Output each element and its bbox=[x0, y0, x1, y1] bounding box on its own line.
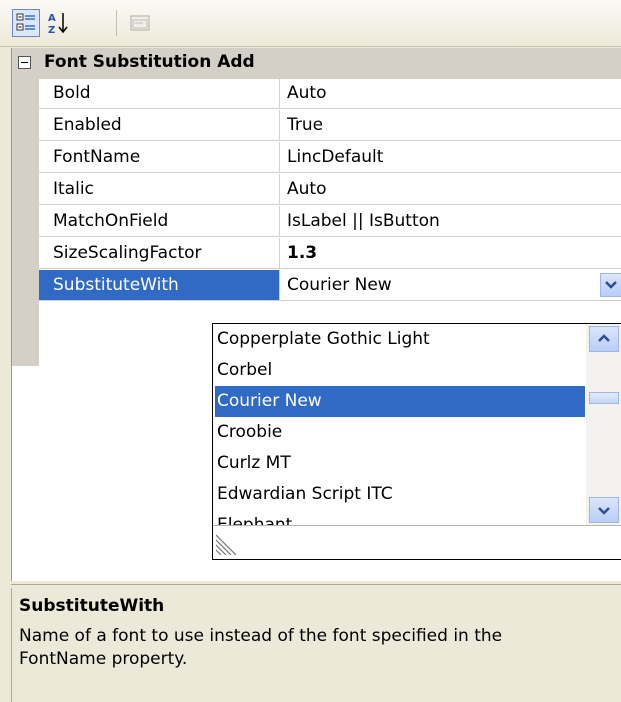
list-item[interactable]: Edwardian Script ITC bbox=[215, 479, 585, 510]
categorized-button[interactable] bbox=[12, 9, 40, 37]
property-value[interactable]: 1.3 bbox=[280, 238, 621, 269]
resize-grip-icon[interactable] bbox=[216, 533, 240, 555]
chevron-down-icon bbox=[605, 281, 617, 289]
description-splitter[interactable] bbox=[11, 584, 621, 585]
category-title: Font Substitution Add bbox=[44, 52, 255, 72]
scroll-thumb[interactable] bbox=[589, 392, 619, 404]
description-text: Name of a font to use instead of the fon… bbox=[19, 626, 503, 669]
property-name: SizeScalingFactor bbox=[39, 238, 280, 269]
property-row-italic[interactable]: Italic Auto bbox=[39, 174, 621, 206]
property-row-fontname[interactable]: FontName LincDefault bbox=[39, 142, 621, 174]
scroll-up-button[interactable] bbox=[589, 326, 619, 352]
font-dropdown-list[interactable]: Copperplate Gothic Light Corbel Courier … bbox=[212, 323, 621, 560]
grid-margin bbox=[12, 78, 39, 366]
list-item[interactable]: Croobie bbox=[215, 417, 585, 448]
list-footer bbox=[213, 525, 621, 559]
list-scrollbar[interactable] bbox=[586, 324, 621, 525]
property-value[interactable]: Courier New bbox=[280, 270, 621, 301]
property-pages-button[interactable] bbox=[126, 9, 154, 37]
svg-text:Z: Z bbox=[48, 25, 55, 35]
property-value-text: Courier New bbox=[287, 275, 392, 295]
description-title: SubstituteWith bbox=[19, 596, 165, 616]
property-name: Italic bbox=[39, 174, 280, 205]
property-row-matchonfield[interactable]: MatchOnField IsLabel || IsButton bbox=[39, 206, 621, 238]
property-row-bold[interactable]: Bold Auto bbox=[39, 78, 621, 110]
chevron-down-icon bbox=[598, 507, 610, 515]
scroll-down-button[interactable] bbox=[589, 497, 619, 523]
property-value[interactable]: Auto bbox=[280, 78, 621, 109]
toolbar-separator bbox=[116, 10, 117, 36]
list-item-selected[interactable]: Courier New bbox=[215, 386, 585, 417]
collapse-icon[interactable] bbox=[18, 56, 31, 69]
property-name: FontName bbox=[39, 142, 280, 173]
chevron-up-icon bbox=[598, 334, 610, 342]
property-row-sizescalingfactor[interactable]: SizeScalingFactor 1.3 bbox=[39, 238, 621, 270]
toolbar: A Z bbox=[0, 0, 621, 47]
alphabetical-icon: A Z bbox=[48, 13, 68, 35]
list-item[interactable]: Copperplate Gothic Light bbox=[215, 324, 585, 355]
alphabetical-button[interactable]: A Z bbox=[44, 9, 72, 37]
property-name: Bold bbox=[39, 78, 280, 109]
property-row-substitutewith[interactable]: SubstituteWith Courier New bbox=[39, 270, 621, 302]
property-value[interactable]: True bbox=[280, 110, 621, 141]
category-row[interactable]: Font Substitution Add bbox=[12, 48, 621, 79]
property-pages-icon bbox=[130, 15, 150, 31]
dropdown-button[interactable] bbox=[600, 273, 621, 297]
list-item[interactable]: Curlz MT bbox=[215, 448, 585, 479]
property-value[interactable]: LincDefault bbox=[280, 142, 621, 173]
property-value[interactable]: IsLabel || IsButton bbox=[280, 206, 621, 237]
description-panel: SubstituteWith Name of a font to use ins… bbox=[11, 588, 621, 702]
svg-text:A: A bbox=[48, 13, 56, 24]
property-name: Enabled bbox=[39, 110, 280, 141]
categorized-icon bbox=[16, 13, 35, 31]
property-value[interactable]: Auto bbox=[280, 174, 621, 205]
property-name: SubstituteWith bbox=[39, 270, 280, 301]
property-row-enabled[interactable]: Enabled True bbox=[39, 110, 621, 142]
property-name: MatchOnField bbox=[39, 206, 280, 237]
list-item[interactable]: Corbel bbox=[215, 355, 585, 386]
